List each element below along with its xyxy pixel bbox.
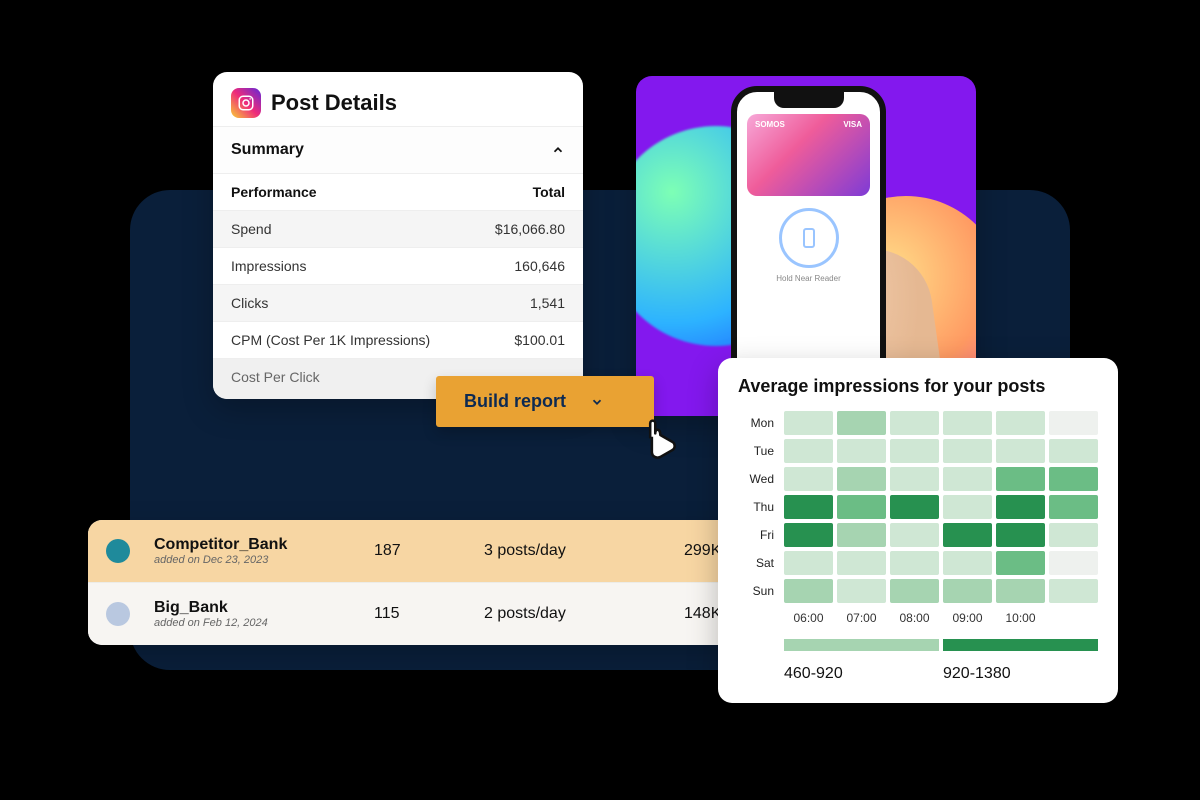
competitor-rate: 3 posts/day bbox=[484, 542, 684, 560]
nfc-icon bbox=[779, 208, 839, 268]
heatmap-cell[interactable] bbox=[890, 495, 939, 519]
heatmap-cell[interactable] bbox=[837, 551, 886, 575]
build-report-button[interactable]: Build report bbox=[436, 376, 654, 427]
phone-mockup: SOMOS VISA Hold Near Reader bbox=[731, 86, 886, 396]
heatmap-card: Average impressions for your posts Mon Tu… bbox=[718, 358, 1118, 703]
heatmap-title: Average impressions for your posts bbox=[738, 376, 1098, 397]
heatmap-day-label: Thu bbox=[738, 500, 780, 514]
heatmap-cell[interactable] bbox=[943, 411, 992, 435]
legend-label: 920-1380 bbox=[943, 665, 1098, 683]
competitor-name: Competitor_Bank bbox=[154, 536, 374, 554]
card-network: VISA bbox=[843, 120, 862, 129]
heatmap-cell[interactable] bbox=[943, 439, 992, 463]
heatmap-day-label: Sat bbox=[738, 556, 780, 570]
heatmap-cell[interactable] bbox=[784, 411, 833, 435]
heatmap-cell[interactable] bbox=[1049, 551, 1098, 575]
summary-label: Summary bbox=[231, 141, 304, 159]
heatmap-cell[interactable] bbox=[996, 467, 1045, 491]
competitor-rate: 2 posts/day bbox=[484, 605, 684, 623]
heatmap-grid: Mon Tue Wed Thu Fri Sat Sun bbox=[738, 411, 1098, 603]
heatmap-day-label: Tue bbox=[738, 444, 780, 458]
heatmap-cell[interactable] bbox=[784, 523, 833, 547]
build-report-label: Build report bbox=[464, 391, 566, 412]
competitor-count: 187 bbox=[374, 542, 484, 560]
heatmap-cell[interactable] bbox=[943, 551, 992, 575]
perf-head-left: Performance bbox=[231, 184, 317, 200]
heatmap-cell[interactable] bbox=[1049, 523, 1098, 547]
heatmap-x-axis: 06:00 07:00 08:00 09:00 10:00 bbox=[738, 611, 1098, 625]
instagram-icon bbox=[231, 88, 261, 118]
heatmap-cell[interactable] bbox=[943, 579, 992, 603]
heatmap-cell[interactable] bbox=[837, 495, 886, 519]
perf-row-cpm: CPM (Cost Per 1K Impressions) $100.01 bbox=[213, 321, 583, 358]
heatmap-day-label: Wed bbox=[738, 472, 780, 486]
perf-row-spend: Spend $16,066.80 bbox=[213, 210, 583, 247]
heatmap-cell[interactable] bbox=[1049, 579, 1098, 603]
heatmap-cell[interactable] bbox=[996, 579, 1045, 603]
phone-notch bbox=[774, 92, 844, 108]
card-brand: SOMOS bbox=[755, 120, 785, 129]
heatmap-hour-label: 07:00 bbox=[837, 611, 886, 625]
heatmap-cell[interactable] bbox=[943, 523, 992, 547]
chevron-down-icon bbox=[590, 395, 604, 409]
heatmap-cell[interactable] bbox=[996, 551, 1045, 575]
avatar bbox=[106, 539, 130, 563]
summary-toggle[interactable]: Summary bbox=[213, 126, 583, 173]
heatmap-cell[interactable] bbox=[784, 551, 833, 575]
heatmap-cell[interactable] bbox=[837, 411, 886, 435]
heatmap-cell[interactable] bbox=[837, 439, 886, 463]
heatmap-cell[interactable] bbox=[996, 439, 1045, 463]
heatmap-cell[interactable] bbox=[837, 579, 886, 603]
competitor-added: added on Feb 12, 2024 bbox=[154, 617, 374, 629]
heatmap-cell[interactable] bbox=[1049, 495, 1098, 519]
heatmap-cell[interactable] bbox=[784, 467, 833, 491]
competitor-count: 115 bbox=[374, 605, 484, 623]
heatmap-cell[interactable] bbox=[784, 495, 833, 519]
cursor-icon bbox=[635, 408, 689, 462]
heatmap-cell[interactable] bbox=[996, 523, 1045, 547]
heatmap-cell[interactable] bbox=[890, 523, 939, 547]
perf-row-impressions: Impressions 160,646 bbox=[213, 247, 583, 284]
chevron-up-icon bbox=[551, 143, 565, 157]
heatmap-hour-label: 06:00 bbox=[784, 611, 833, 625]
competitor-name: Big_Bank bbox=[154, 599, 374, 617]
heatmap-hour-label: 08:00 bbox=[890, 611, 939, 625]
heatmap-cell[interactable] bbox=[890, 551, 939, 575]
heatmap-hour-label: 09:00 bbox=[943, 611, 992, 625]
legend-label: 460-920 bbox=[784, 665, 939, 683]
heatmap-cell[interactable] bbox=[837, 467, 886, 491]
heatmap-cell[interactable] bbox=[890, 579, 939, 603]
heatmap-cell[interactable] bbox=[1049, 411, 1098, 435]
competitor-added: added on Dec 23, 2023 bbox=[154, 554, 374, 566]
heatmap-cell[interactable] bbox=[1049, 439, 1098, 463]
heatmap-cell[interactable] bbox=[890, 467, 939, 491]
heatmap-day-label: Fri bbox=[738, 528, 780, 542]
perf-row-clicks: Clicks 1,541 bbox=[213, 284, 583, 321]
heatmap-hour-label: 10:00 bbox=[996, 611, 1045, 625]
perf-head-right: Total bbox=[533, 184, 565, 200]
heatmap-cell[interactable] bbox=[784, 439, 833, 463]
nfc-hint: Hold Near Reader bbox=[737, 274, 880, 283]
heatmap-day-label: Mon bbox=[738, 416, 780, 430]
heatmap-cell[interactable] bbox=[943, 495, 992, 519]
heatmap-cell[interactable] bbox=[784, 579, 833, 603]
heatmap-cell[interactable] bbox=[1049, 467, 1098, 491]
post-details-title: Post Details bbox=[271, 90, 397, 116]
heatmap-cell[interactable] bbox=[996, 411, 1045, 435]
heatmap-cell[interactable] bbox=[890, 439, 939, 463]
legend-swatch bbox=[784, 639, 939, 651]
legend-swatch bbox=[943, 639, 1098, 651]
post-details-card: Post Details Summary Performance Total S… bbox=[213, 72, 583, 399]
heatmap-cell[interactable] bbox=[996, 495, 1045, 519]
avatar bbox=[106, 602, 130, 626]
heatmap-cell[interactable] bbox=[837, 523, 886, 547]
heatmap-day-label: Sun bbox=[738, 584, 780, 598]
heatmap-cell[interactable] bbox=[943, 467, 992, 491]
wallet-card: SOMOS VISA bbox=[747, 114, 870, 196]
heatmap-cell[interactable] bbox=[890, 411, 939, 435]
